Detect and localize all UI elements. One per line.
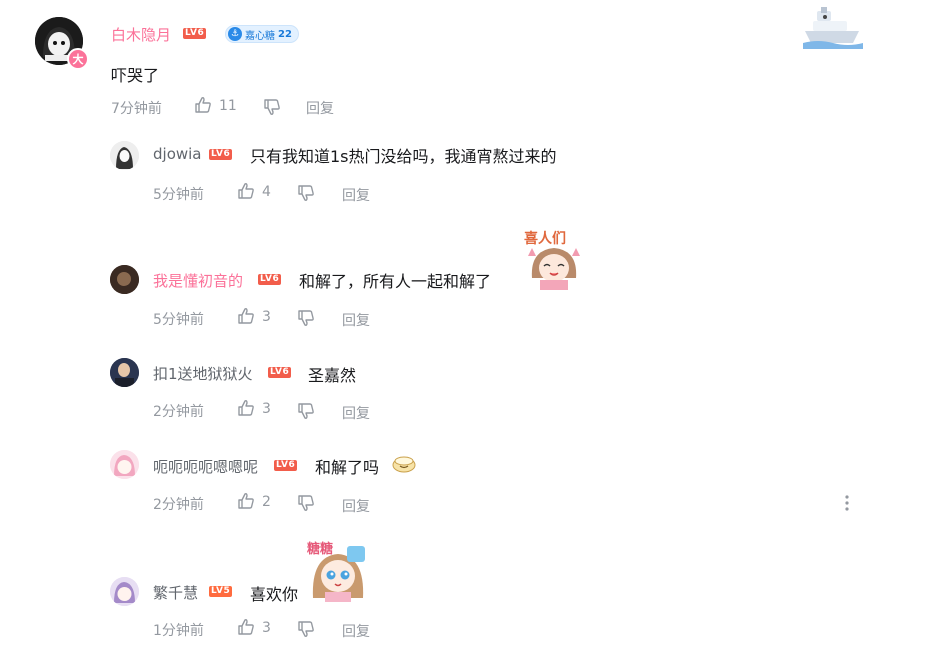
avatar-image — [110, 358, 139, 387]
more-icon[interactable] — [840, 494, 854, 512]
reply-text: 圣嘉然 — [308, 366, 357, 385]
username[interactable]: 繁千慧 — [153, 582, 198, 603]
username[interactable]: djowia — [153, 145, 202, 163]
dislike-icon[interactable] — [297, 309, 315, 327]
reply-text: 只有我知道1s热门没给吗，我通宵熬过来的 — [250, 147, 557, 166]
like-icon[interactable] — [237, 307, 255, 325]
comment-text: 吓哭了 — [111, 66, 160, 85]
reply-text: 和解了吗 — [315, 458, 380, 477]
emoji-icon — [392, 456, 416, 473]
ship-decoration-icon — [803, 7, 863, 49]
vip-badge: 大 — [67, 48, 89, 70]
username[interactable]: 扣1送地狱狱火 — [153, 363, 253, 384]
avatar[interactable] — [110, 141, 139, 170]
reply-text: 喜欢你 — [250, 585, 299, 604]
username[interactable]: 白木隐月 — [111, 24, 171, 45]
avatar[interactable] — [110, 450, 139, 479]
reply-time: 2分钟前 — [153, 497, 204, 513]
username[interactable]: 我是懂初音的 — [153, 270, 243, 291]
reply-time: 1分钟前 — [153, 623, 204, 639]
reply-button[interactable]: 回复 — [342, 310, 370, 330]
like-count: 11 — [219, 98, 237, 114]
dislike-icon[interactable] — [297, 402, 315, 420]
level-badge: LV6 — [209, 149, 233, 160]
medal-label: 嘉心糖 — [245, 30, 275, 42]
like-icon[interactable] — [237, 182, 255, 200]
like-icon[interactable] — [237, 399, 255, 417]
dislike-icon[interactable] — [297, 620, 315, 638]
avatar[interactable] — [110, 358, 139, 387]
sticker-caption: 糖糖 — [307, 542, 334, 557]
level-badge: LV5 — [209, 586, 233, 597]
fan-medal[interactable]: ⚓ 嘉心糖 22 — [225, 25, 299, 43]
avatar[interactable] — [110, 577, 139, 606]
sticker-image: 糖糖 — [305, 538, 371, 602]
avatar-image — [110, 450, 139, 479]
like-icon[interactable] — [237, 492, 255, 510]
like-count: 4 — [262, 184, 271, 200]
reply-button[interactable]: 回复 — [342, 621, 370, 641]
like-count: 3 — [262, 620, 271, 636]
like-icon[interactable] — [194, 96, 212, 114]
like-count: 3 — [262, 401, 271, 417]
avatar[interactable] — [110, 265, 139, 294]
avatar-image — [110, 577, 139, 606]
level-badge: LV6 — [183, 28, 207, 39]
reply-button[interactable]: 回复 — [342, 185, 370, 205]
level-badge: LV6 — [274, 460, 298, 471]
reply-time: 5分钟前 — [153, 312, 204, 328]
reply-button[interactable]: 回复 — [306, 98, 334, 118]
like-icon[interactable] — [237, 618, 255, 636]
reply-time: 2分钟前 — [153, 404, 204, 420]
sticker-caption: 喜人们 — [524, 231, 566, 247]
reply-button[interactable]: 回复 — [342, 403, 370, 423]
reply-text: 和解了，所有人一起和解了 — [299, 272, 492, 291]
dislike-icon[interactable] — [297, 184, 315, 202]
level-badge: LV6 — [268, 367, 292, 378]
sticker-image: 喜人们 — [522, 228, 586, 290]
comment-time: 7分钟前 — [111, 101, 162, 117]
username[interactable]: 呃呃呃呃嗯嗯呢 — [153, 456, 258, 477]
like-count: 3 — [262, 309, 271, 325]
dislike-icon[interactable] — [297, 494, 315, 512]
avatar-image — [110, 265, 139, 294]
anchor-icon: ⚓ — [228, 27, 242, 41]
like-count: 2 — [262, 494, 271, 510]
avatar-image — [110, 141, 139, 170]
level-badge: LV6 — [258, 274, 282, 285]
medal-level: 22 — [278, 28, 292, 40]
reply-button[interactable]: 回复 — [342, 496, 370, 516]
reply-time: 5分钟前 — [153, 187, 204, 203]
dislike-icon[interactable] — [263, 98, 281, 116]
